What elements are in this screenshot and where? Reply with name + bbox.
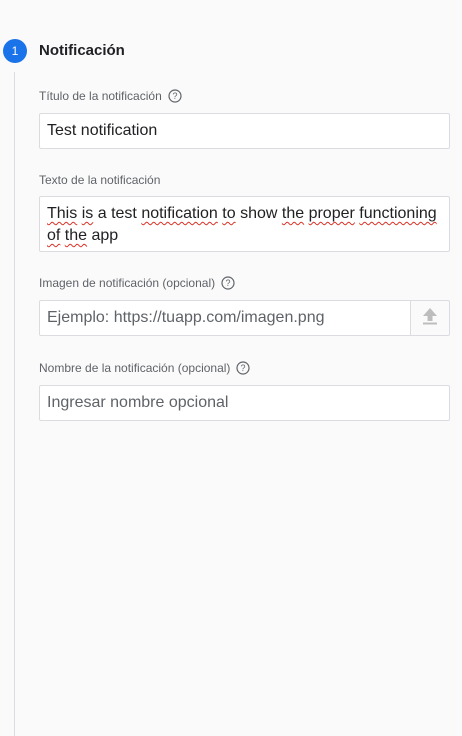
text-word: proper: [308, 205, 355, 222]
step-connector-line: [14, 72, 15, 736]
help-icon[interactable]: ?: [168, 89, 182, 103]
image-field-label-row: Imagen de notificación (opcional) ?: [39, 275, 235, 291]
title-field-label: Título de la notificación: [39, 89, 162, 103]
image-url-input[interactable]: Ejemplo: https://tuapp.com/imagen.png: [39, 300, 411, 336]
text-word: functioning: [359, 205, 437, 222]
title-input[interactable]: Test notification: [39, 113, 450, 149]
svg-text:?: ?: [241, 363, 246, 373]
step-number-badge: 1: [3, 39, 27, 63]
help-icon[interactable]: ?: [236, 361, 251, 375]
name-field-label-row: Nombre de la notificación (opcional) ?: [39, 360, 251, 376]
help-icon[interactable]: ?: [221, 276, 235, 290]
name-input-placeholder: Ingresar nombre opcional: [47, 394, 229, 411]
text-textarea[interactable]: This is a test notification to show the …: [39, 196, 450, 252]
notification-step-panel: 1 Notificación Título de la notificación…: [0, 0, 462, 736]
name-input[interactable]: Ingresar nombre opcional: [39, 385, 450, 421]
title-input-value: Test notification: [47, 122, 158, 139]
title-field-label-row: Título de la notificación ?: [39, 88, 182, 104]
text-word: notification: [141, 205, 218, 222]
text-word: is: [81, 205, 94, 222]
text-word: the: [281, 205, 305, 222]
image-url-placeholder: Ejemplo: https://tuapp.com/imagen.png: [47, 309, 325, 326]
text-word: to: [222, 205, 236, 222]
text-word: test: [111, 205, 137, 222]
text-word: the: [64, 227, 88, 244]
text-textarea-line-1: This is a test notification to show the …: [47, 203, 442, 225]
text-field-label-row: Texto de la notificación: [39, 172, 160, 188]
name-field-label: Nombre de la notificación (opcional): [39, 361, 231, 375]
step-title: Notificación: [39, 42, 125, 59]
image-field-label: Imagen de notificación (opcional): [39, 276, 216, 290]
svg-text:?: ?: [226, 278, 231, 288]
text-field-label: Texto de la notificación: [39, 173, 161, 187]
text-textarea-line-2: of the app: [47, 225, 442, 247]
upload-image-button[interactable]: [410, 300, 450, 336]
text-word: of: [47, 227, 61, 244]
text-word: a: [97, 205, 107, 222]
text-word: This: [47, 205, 78, 222]
text-word: show: [240, 205, 278, 222]
upload-icon: [422, 307, 438, 330]
text-word: app: [91, 227, 119, 244]
svg-text:?: ?: [172, 91, 177, 101]
